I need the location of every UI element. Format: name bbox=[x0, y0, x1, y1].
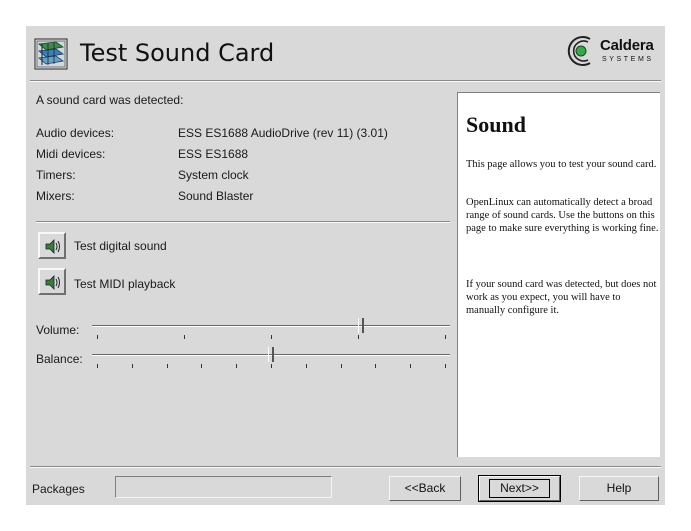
audio-devices-label: Audio devices: bbox=[36, 126, 115, 140]
midi-devices-label: Midi devices: bbox=[36, 147, 106, 161]
help-paragraph: This page allows you to test your sound … bbox=[466, 159, 657, 170]
logo-subtitle: SYSTEMS bbox=[602, 56, 654, 63]
balance-slider[interactable] bbox=[92, 347, 450, 372]
caldera-logo: Caldera SYSTEMS bbox=[564, 34, 660, 68]
volume-tick bbox=[97, 335, 98, 339]
help-title: Sound bbox=[466, 112, 526, 137]
volume-label: Volume: bbox=[36, 323, 80, 337]
logo-name: Caldera bbox=[600, 37, 654, 54]
volume-thumb[interactable] bbox=[358, 318, 364, 333]
page-title: Test Sound Card bbox=[80, 39, 275, 67]
help-button[interactable]: Help bbox=[579, 476, 659, 501]
installer-window: Test Sound Card Caldera SYSTEMS A sound … bbox=[26, 26, 665, 505]
packages-label: Packages bbox=[32, 482, 85, 496]
balance-tick bbox=[445, 364, 446, 368]
balance-tick bbox=[167, 364, 168, 368]
help-panel: Sound This page allows you to test your … bbox=[457, 92, 660, 457]
next-button[interactable]: Next>> bbox=[478, 475, 561, 502]
volume-slider[interactable] bbox=[92, 318, 450, 343]
footer-divider bbox=[30, 466, 661, 468]
test-digital-sound-button[interactable] bbox=[38, 232, 66, 259]
volume-tick bbox=[184, 335, 185, 339]
speaker-icon bbox=[45, 275, 60, 290]
balance-tick bbox=[97, 364, 98, 368]
mixers-value: Sound Blaster bbox=[178, 189, 254, 203]
balance-tick bbox=[201, 364, 202, 368]
header-divider bbox=[30, 80, 661, 82]
timers-value: System clock bbox=[178, 168, 249, 182]
volume-track bbox=[92, 325, 450, 327]
volume-tick bbox=[358, 335, 359, 339]
next-button-label[interactable]: Next>> bbox=[489, 479, 550, 498]
packages-progress-field bbox=[115, 476, 332, 498]
midi-devices-value: ESS ES1688 bbox=[178, 147, 249, 161]
balance-tick bbox=[236, 364, 237, 368]
speaker-icon bbox=[45, 239, 60, 254]
help-paragraph: If your sound card was detected, but doe… bbox=[466, 279, 657, 316]
balance-tick bbox=[375, 364, 376, 368]
volume-tick bbox=[445, 335, 446, 339]
back-button[interactable]: <<Back bbox=[389, 476, 461, 501]
balance-thumb[interactable] bbox=[268, 347, 274, 362]
audio-devices-value: ESS ES1688 AudioDrive (rev 11) (3.01) bbox=[178, 126, 388, 140]
section-divider bbox=[36, 221, 450, 223]
volume-tick bbox=[271, 335, 272, 339]
detected-text: A sound card was detected: bbox=[36, 93, 184, 107]
sound-card-icon bbox=[34, 38, 68, 70]
caldera-logo-icon bbox=[567, 36, 591, 66]
mixers-label: Mixers: bbox=[36, 189, 75, 203]
balance-tick bbox=[306, 364, 307, 368]
test-midi-playback-label[interactable]: Test MIDI playback bbox=[74, 277, 175, 291]
balance-tick bbox=[410, 364, 411, 368]
timers-label: Timers: bbox=[36, 168, 76, 182]
test-midi-playback-button[interactable] bbox=[38, 268, 66, 295]
header: Test Sound Card Caldera SYSTEMS bbox=[26, 26, 665, 80]
help-paragraph: OpenLinux can automatically detect a bro… bbox=[466, 197, 659, 234]
test-digital-sound-label[interactable]: Test digital sound bbox=[74, 239, 167, 253]
balance-tick bbox=[271, 364, 272, 368]
balance-label: Balance: bbox=[36, 352, 83, 366]
balance-tick bbox=[132, 364, 133, 368]
balance-tick bbox=[341, 364, 342, 368]
